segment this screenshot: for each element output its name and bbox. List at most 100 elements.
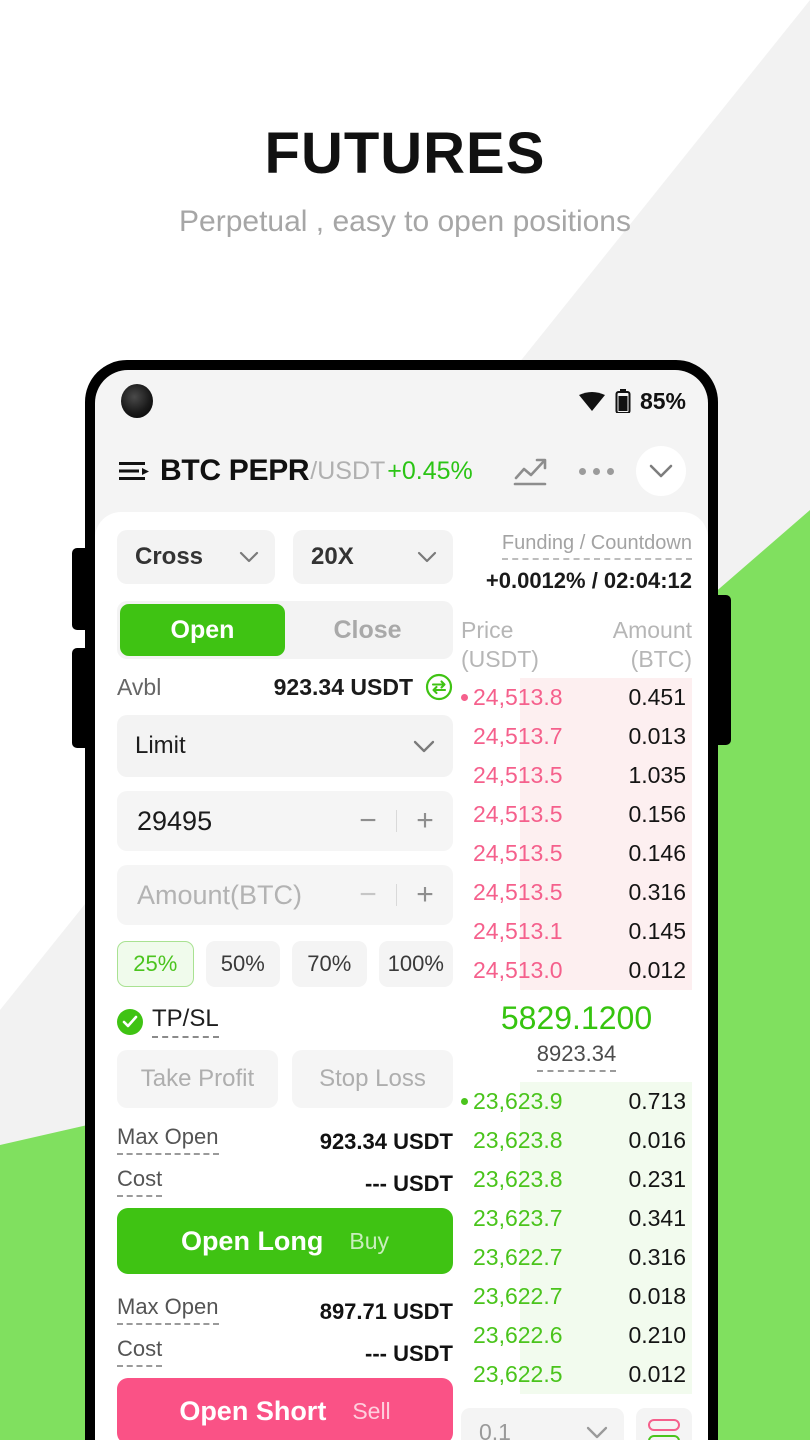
stop-loss-input[interactable]: Stop Loss xyxy=(292,1050,453,1108)
chevron-down-icon xyxy=(417,551,437,563)
tick-size-select[interactable]: 0.1 xyxy=(461,1407,624,1440)
order-book-amount: 0.451 xyxy=(628,683,686,710)
bid-row[interactable]: 23,623.8 0.231 xyxy=(461,1159,692,1199)
open-long-button[interactable]: Open Long Buy xyxy=(117,1208,453,1274)
order-book-price: 23,623.8 xyxy=(473,1126,563,1153)
tab-open[interactable]: Open xyxy=(120,604,285,656)
amount-increment-button[interactable]: + xyxy=(397,878,453,912)
trading-pair-symbol[interactable]: BTC PEPR xyxy=(160,454,310,488)
ask-rows: 24,513.8 0.451 24,513.7 0.013 24,513.5 1.035 2… xyxy=(461,677,692,990)
percent-chip-50[interactable]: 50% xyxy=(205,941,280,987)
list-menu-icon[interactable] xyxy=(119,459,149,483)
order-book-amount: 0.316 xyxy=(628,878,686,905)
bid-row[interactable]: 23,623.7 0.341 xyxy=(461,1198,692,1238)
order-book-amount: 0.016 xyxy=(628,1126,686,1153)
percent-chip-100[interactable]: 100% xyxy=(378,941,453,987)
order-book-price: 23,622.6 xyxy=(473,1321,563,1348)
take-profit-input[interactable]: Take Profit xyxy=(117,1050,278,1108)
open-close-toggle: Open Close xyxy=(117,601,453,659)
row-marker-placeholder xyxy=(461,1137,468,1144)
tpsl-checkbox[interactable] xyxy=(117,1008,143,1035)
bid-row[interactable]: 23,622.7 0.018 xyxy=(461,1276,692,1316)
battery-icon xyxy=(615,389,631,413)
leverage-select[interactable]: 20X xyxy=(293,530,453,584)
price-decrement-button[interactable]: − xyxy=(340,804,396,838)
order-book-price: 24,513.8 xyxy=(473,683,563,710)
tpsl-fields: Take Profit Stop Loss xyxy=(117,1050,453,1108)
row-marker-placeholder xyxy=(461,1371,468,1378)
long-info-block: Max Open 923.34 USDT Cost --- USDT xyxy=(117,1124,453,1197)
leverage-value: 20X xyxy=(311,543,354,570)
order-book-amount: 0.012 xyxy=(628,956,686,983)
short-max-open-label: Max Open xyxy=(117,1294,219,1325)
order-book: Funding / Countdown +0.0012% / 02:04:12 … xyxy=(453,530,706,1440)
order-book-amount: 0.013 xyxy=(628,722,686,749)
percent-chip-70[interactable]: 70% xyxy=(292,941,367,987)
bid-row[interactable]: 23,622.7 0.316 xyxy=(461,1237,692,1277)
depth-ask-bar-icon xyxy=(648,1418,680,1431)
promo-header: FUTURES Perpetual , easy to open positio… xyxy=(0,0,810,239)
bid-row[interactable]: 23,622.6 0.210 xyxy=(461,1315,692,1355)
order-book-amount: 0.145 xyxy=(628,917,686,944)
phone-frame: 85% BTC PEPR /USDT +0.45% Cross 20X Open… xyxy=(85,360,718,1440)
order-book-price: 24,513.5 xyxy=(473,839,563,866)
amount-input[interactable]: Amount(BTC) − + xyxy=(117,865,453,925)
long-max-open-row: Max Open 923.34 USDT xyxy=(117,1124,453,1155)
ask-row[interactable]: 24,513.5 0.316 xyxy=(461,872,692,912)
order-book-amount: 0.316 xyxy=(628,1243,686,1270)
ask-row[interactable]: 24,513.5 0.146 xyxy=(461,833,692,873)
funding-block[interactable]: Funding / Countdown +0.0012% / 02:04:12 xyxy=(461,530,692,594)
open-long-label: Open Long xyxy=(180,1225,324,1256)
order-book-amount: 0.713 xyxy=(628,1087,686,1114)
ask-row[interactable]: 24,513.8 0.451 xyxy=(461,677,692,717)
order-book-amount: 0.156 xyxy=(628,800,686,827)
price-input-value: 29495 xyxy=(137,805,213,836)
bid-row[interactable]: 23,622.5 0.012 xyxy=(461,1354,692,1394)
order-type-select[interactable]: Limit xyxy=(117,715,453,777)
trading-pair-quote: /USDT xyxy=(310,456,386,485)
order-book-price: 23,622.7 xyxy=(473,1243,563,1270)
order-book-price-header-label: Price xyxy=(461,617,514,643)
order-book-amount: 1.035 xyxy=(628,761,686,788)
order-form: Cross 20X Open Close Avbl 923.34 USDT Li… xyxy=(95,530,453,1440)
percent-chip-group: 25% 50% 70% 100% xyxy=(117,941,453,987)
row-marker-placeholder xyxy=(461,733,468,740)
row-marker-placeholder xyxy=(461,1293,468,1300)
row-marker-placeholder xyxy=(461,850,468,857)
ask-row[interactable]: 24,513.5 1.035 xyxy=(461,755,692,795)
trend-chart-icon[interactable] xyxy=(513,454,553,488)
price-increment-button[interactable]: + xyxy=(397,804,453,838)
tab-close[interactable]: Close xyxy=(285,604,450,656)
order-book-price: 24,513.5 xyxy=(473,800,563,827)
amount-decrement-button[interactable]: − xyxy=(340,878,396,912)
short-cost-value: --- USDT xyxy=(365,1341,453,1366)
collapse-panel-button[interactable] xyxy=(636,446,686,496)
bid-rows: 23,623.9 0.713 23,623.8 0.016 23,623.8 0.231 2… xyxy=(461,1081,692,1394)
ask-row[interactable]: 24,513.1 0.145 xyxy=(461,911,692,951)
depth-mode-button[interactable] xyxy=(636,1407,692,1440)
long-max-open-value: 923.34 USDT xyxy=(319,1129,453,1154)
order-book-amount-header-label: Amount xyxy=(612,617,692,643)
mid-price-secondary: 8923.34 xyxy=(536,1041,617,1072)
more-dots-icon[interactable] xyxy=(579,467,614,475)
order-book-price: 24,513.5 xyxy=(473,878,563,905)
bid-row[interactable]: 23,623.9 0.713 xyxy=(461,1081,692,1121)
short-cost-label: Cost xyxy=(117,1336,163,1367)
short-max-open-value: 897.71 USDT xyxy=(319,1299,453,1324)
ask-row[interactable]: 24,513.5 0.156 xyxy=(461,794,692,834)
open-short-button[interactable]: Open Short Sell xyxy=(117,1378,453,1440)
bid-row[interactable]: 23,623.8 0.016 xyxy=(461,1120,692,1160)
ask-row[interactable]: 24,513.0 0.012 xyxy=(461,950,692,990)
dot xyxy=(579,467,586,475)
row-marker-placeholder xyxy=(461,811,468,818)
ask-row[interactable]: 24,513.7 0.013 xyxy=(461,716,692,756)
price-input[interactable]: 29495 − + xyxy=(117,791,453,851)
tpsl-toggle-row[interactable]: TP/SL xyxy=(117,1005,453,1038)
order-book-amount: 0.018 xyxy=(628,1282,686,1309)
status-bar: 85% xyxy=(95,370,708,432)
percent-chip-25[interactable]: 25% xyxy=(117,941,194,987)
check-icon xyxy=(122,1015,138,1028)
margin-mode-select[interactable]: Cross xyxy=(117,530,275,584)
order-book-price: 23,623.9 xyxy=(473,1087,563,1114)
transfer-icon[interactable] xyxy=(425,673,453,701)
